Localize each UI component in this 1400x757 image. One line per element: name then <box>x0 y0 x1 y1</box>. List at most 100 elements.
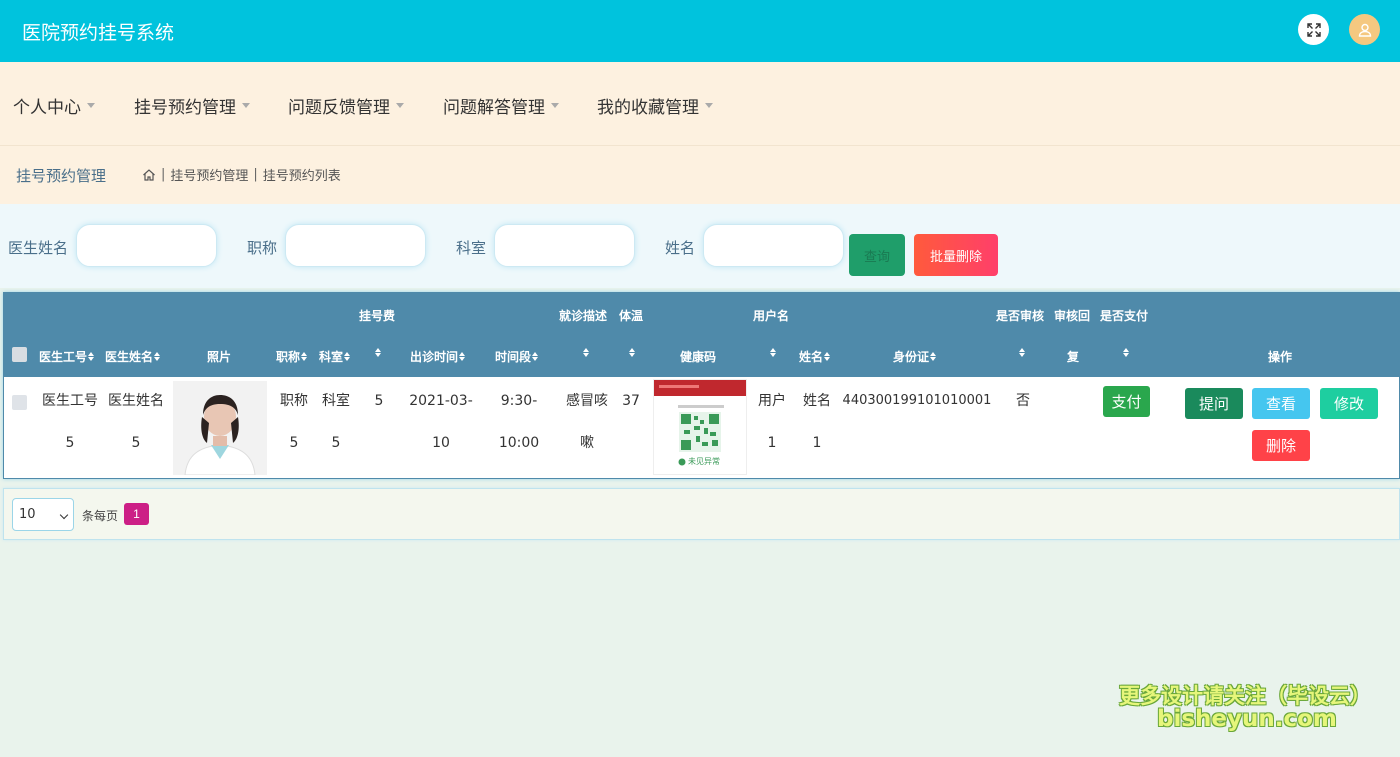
nav-item-personal-center[interactable]: 个人中心 <box>13 93 95 118</box>
cell-desc: 感冒咳 <box>566 393 608 409</box>
page-title: 挂号预约管理 <box>16 167 107 185</box>
sort-icon <box>375 348 381 357</box>
col-fee: 挂号费 <box>359 309 396 323</box>
col-audited: 是否审核 <box>996 309 1045 323</box>
sort-icon <box>154 352 161 361</box>
user-icon <box>1358 23 1371 37</box>
col-paid-sort[interactable] <box>1122 348 1129 357</box>
cell-desc-cont: 嗽 <box>580 435 594 451</box>
batch-delete-button[interactable]: 批量删除 <box>914 234 998 276</box>
cell-id-card: 440300199101010001 <box>842 393 992 408</box>
col-doctor-name[interactable]: 医生姓名 <box>105 348 161 365</box>
cell-doctor-no: 医生工号 <box>42 393 98 409</box>
nav-item-feedback-management[interactable]: 问题反馈管理 <box>288 93 404 118</box>
user-avatar[interactable] <box>1349 14 1380 45</box>
cell-period-cont: 10:00 <box>498 435 540 451</box>
title-input[interactable] <box>285 224 426 267</box>
appointment-table: 医生工号 医生姓名 照片 职称 科室 挂号费 出诊时间 时间段 就诊描述 体温 … <box>3 292 1400 479</box>
col-reply: 审核回 <box>1054 309 1091 323</box>
col-ops: 操作 <box>1268 350 1293 364</box>
table-row: 医生工号 5 医生姓名 5 职称 5 科室 5 5 2021-03- 10 9:… <box>4 377 1400 479</box>
cell-dept-cont: 5 <box>331 435 341 451</box>
col-temp: 体温 <box>619 309 644 323</box>
title-label: 职称 <box>247 239 278 257</box>
dept-input[interactable] <box>494 224 635 267</box>
nav-item-appointment-management[interactable]: 挂号预约管理 <box>134 93 250 118</box>
cell-doctor-no-cont: 5 <box>65 435 75 451</box>
cell-username: 用户 <box>758 393 786 409</box>
cell-fee: 5 <box>374 393 384 409</box>
breadcrumb-separator: | <box>161 167 166 182</box>
breadcrumb-bar: 挂号预约管理 | 挂号预约管理 | 挂号预约列表 <box>0 146 1400 204</box>
row-checkbox[interactable] <box>12 395 27 410</box>
caret-down-icon <box>551 103 559 108</box>
sort-icon <box>930 352 937 361</box>
select-all-checkbox[interactable] <box>12 347 27 362</box>
cell-doctor-name-cont: 5 <box>131 435 141 451</box>
col-desc: 就诊描述 <box>559 309 608 323</box>
col-audited-sort[interactable] <box>1018 348 1025 357</box>
doctor-name-label: 医生姓名 <box>8 239 69 257</box>
breadcrumb-item: 挂号预约列表 <box>262 169 341 184</box>
main-nav: 个人中心 挂号预约管理 问题反馈管理 问题解答管理 我的收藏管理 <box>0 62 1400 146</box>
col-period[interactable]: 时间段 <box>495 348 539 365</box>
dept-label: 科室 <box>456 239 487 257</box>
col-title[interactable]: 职称 <box>276 348 308 365</box>
col-username: 用户名 <box>753 309 790 323</box>
sort-icon <box>1019 348 1025 357</box>
doctor-name-input[interactable] <box>76 224 217 267</box>
search-button[interactable]: 查询 <box>849 234 905 276</box>
fullscreen-button[interactable] <box>1298 14 1329 45</box>
col-name[interactable]: 姓名 <box>799 348 831 365</box>
search-bar: 医生姓名 职称 科室 姓名 查询 批量删除 <box>0 204 1400 288</box>
col-desc-sort[interactable] <box>582 348 589 357</box>
table-header: 医生工号 医生姓名 照片 职称 科室 挂号费 出诊时间 时间段 就诊描述 体温 … <box>4 293 1400 377</box>
col-temp-sort[interactable] <box>628 348 635 357</box>
health-code-status: 未见异常 <box>688 457 720 466</box>
pay-button[interactable]: 支付 <box>1103 386 1150 417</box>
edit-button[interactable]: 修改 <box>1320 388 1378 419</box>
col-fee-sort[interactable] <box>374 348 381 357</box>
nav-item-answer-management[interactable]: 问题解答管理 <box>443 93 559 118</box>
cell-dept: 科室 <box>322 393 350 409</box>
cell-visit-time: 2021-03- <box>409 393 473 409</box>
chevron-down-icon <box>59 510 69 520</box>
qr-code-icon <box>679 412 721 452</box>
sort-icon <box>532 352 539 361</box>
nav-item-favorites-management[interactable]: 我的收藏管理 <box>597 93 713 118</box>
caret-down-icon <box>87 103 95 108</box>
home-icon[interactable] <box>142 168 156 182</box>
sort-icon <box>344 352 351 361</box>
expand-icon <box>1306 22 1321 37</box>
sort-icon <box>770 348 776 357</box>
col-reply-cont: 复 <box>1067 350 1080 364</box>
name-input[interactable] <box>703 224 844 267</box>
sort-icon <box>1123 348 1129 357</box>
col-id-card[interactable]: 身份证 <box>893 348 937 365</box>
col-photo: 照片 <box>207 350 232 364</box>
per-page-label: 条每页 <box>82 509 119 523</box>
col-paid: 是否支付 <box>1100 309 1149 323</box>
page-number-button[interactable]: 1 <box>124 503 149 525</box>
cell-title-cont: 5 <box>289 435 299 451</box>
col-dept[interactable]: 科室 <box>319 348 351 365</box>
col-visit-time[interactable]: 出诊时间 <box>410 348 466 365</box>
col-username-sort[interactable] <box>769 348 776 357</box>
cell-doctor-name: 医生姓名 <box>108 393 164 409</box>
page-size-select[interactable]: 10 <box>12 498 74 531</box>
col-doctor-no[interactable]: 医生工号 <box>39 348 95 365</box>
cell-name: 姓名 <box>803 393 831 409</box>
breadcrumb: | 挂号预约管理 | 挂号预约列表 <box>142 165 341 184</box>
breadcrumb-item[interactable]: 挂号预约管理 <box>170 165 248 184</box>
health-code-image: 未见异常 <box>653 379 747 475</box>
cell-username-cont: 1 <box>767 435 777 451</box>
sort-icon <box>583 348 589 357</box>
caret-down-icon <box>242 103 250 108</box>
ask-button[interactable]: 提问 <box>1185 388 1243 419</box>
caret-down-icon <box>705 103 713 108</box>
view-button[interactable]: 查看 <box>1252 388 1310 419</box>
sort-icon <box>301 352 308 361</box>
caret-down-icon <box>396 103 404 108</box>
delete-button[interactable]: 删除 <box>1252 430 1310 461</box>
watermark-line2: bisheyun.com <box>1157 706 1337 732</box>
